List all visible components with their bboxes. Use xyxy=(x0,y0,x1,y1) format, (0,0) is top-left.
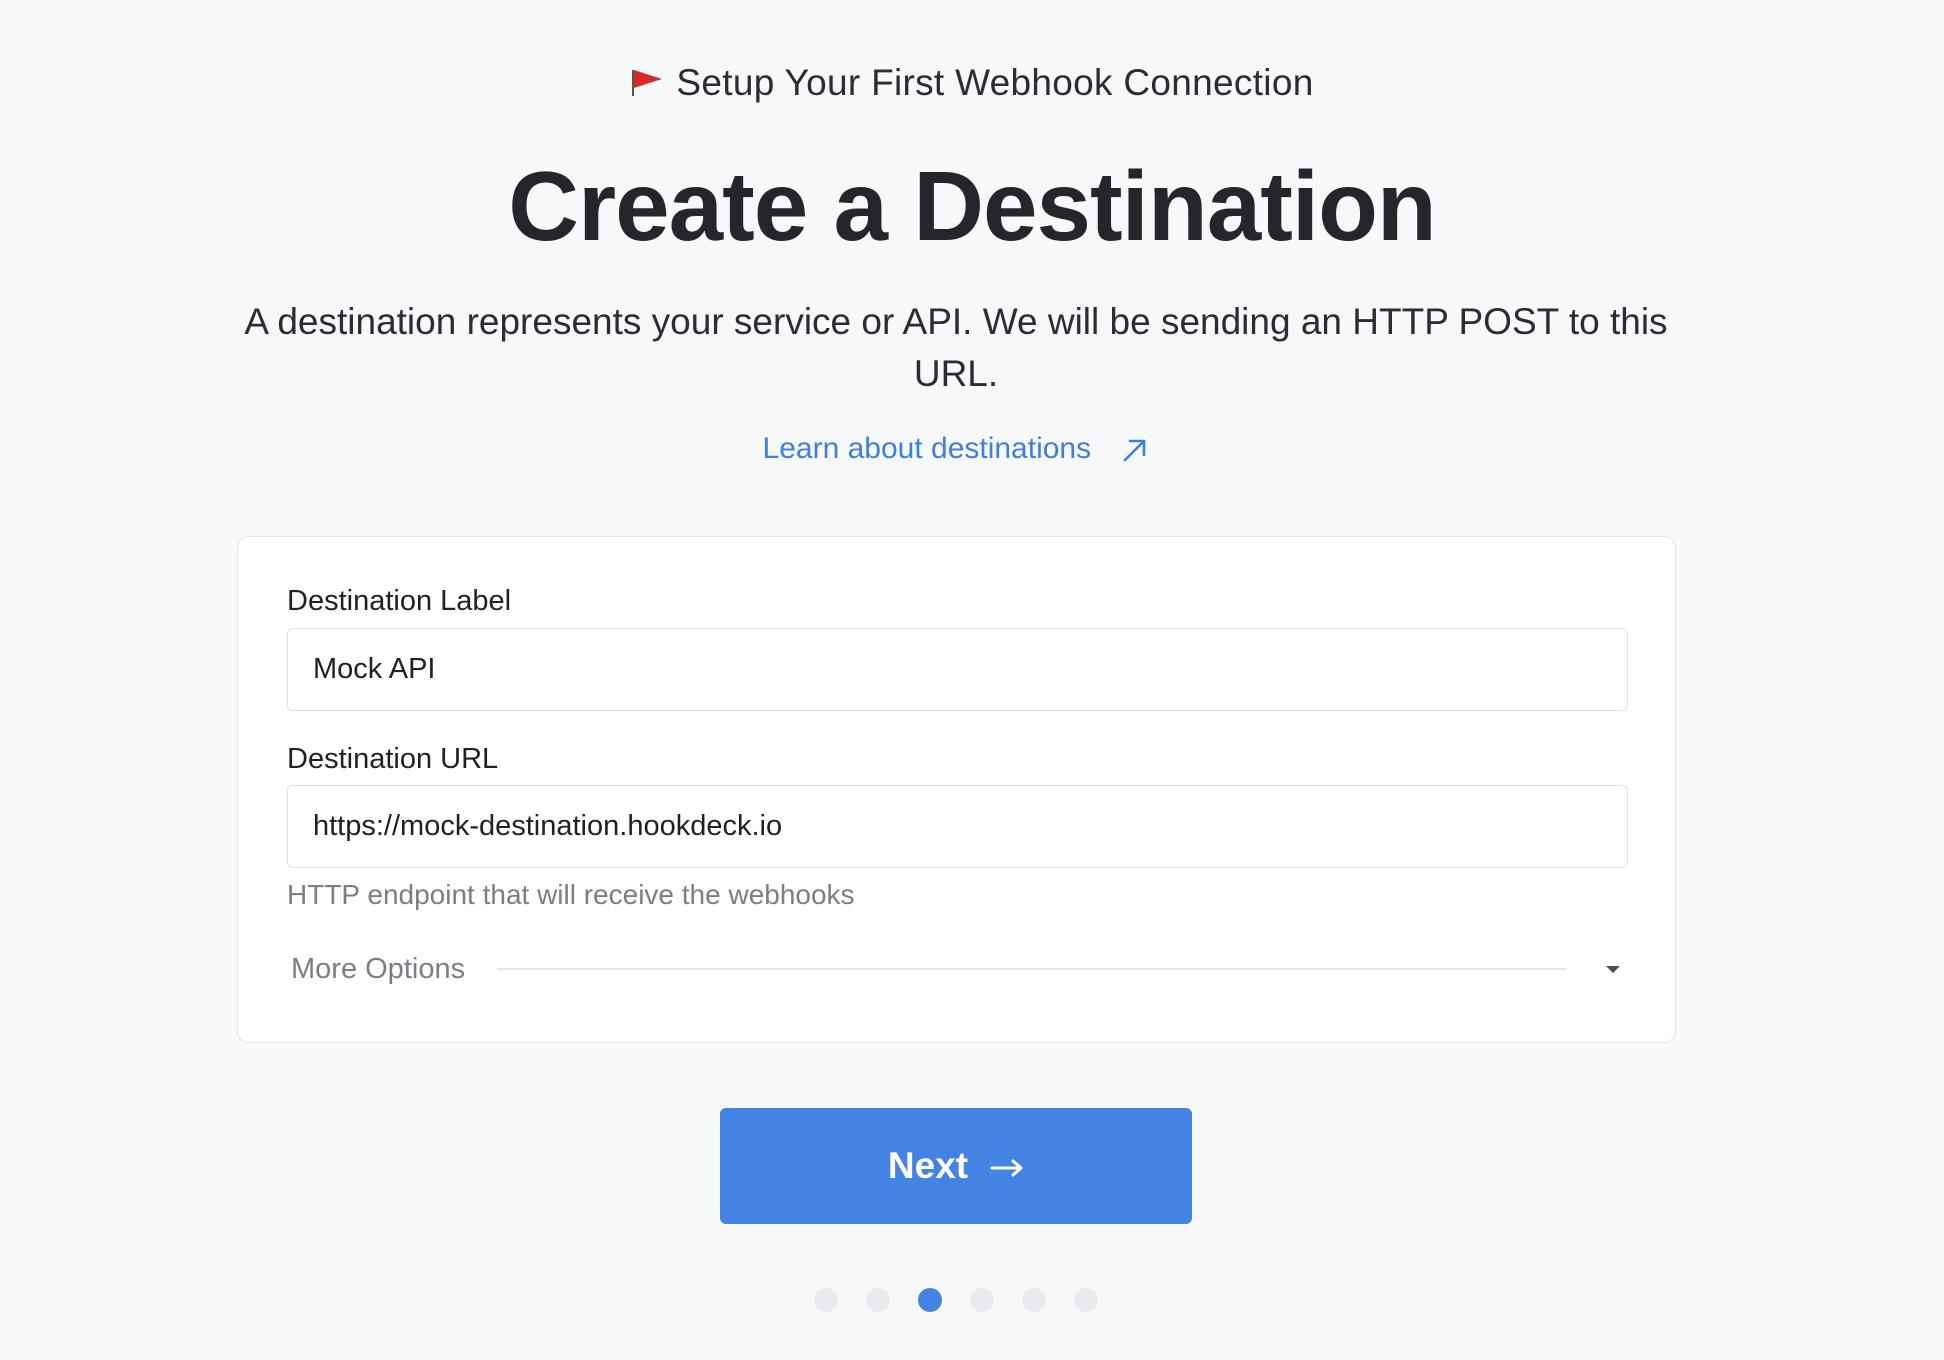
step-dot-5[interactable] xyxy=(1022,1288,1046,1312)
flag-icon xyxy=(630,64,664,106)
step-indicator xyxy=(814,1288,1098,1312)
more-options-toggle[interactable]: More Options xyxy=(291,949,1632,989)
page-description: A destination represents your service or… xyxy=(244,301,1668,394)
destination-url-helper: HTTP endpoint that will receive the webh… xyxy=(287,879,855,910)
eyebrow-text: Setup Your First Webhook Connection xyxy=(676,62,1314,103)
setup-eyebrow: Setup Your First Webhook Connection xyxy=(0,62,1944,106)
destination-form-card: Destination Label Destination URL HTTP e… xyxy=(237,536,1676,1043)
destination-label-input[interactable] xyxy=(287,628,1628,711)
more-options-divider xyxy=(497,968,1566,970)
arrow-right-icon xyxy=(990,1145,1024,1187)
caret-down-icon xyxy=(1606,965,1620,973)
step-dot-4[interactable] xyxy=(970,1288,994,1312)
step-dot-1[interactable] xyxy=(814,1288,838,1312)
learn-link-label: Learn about destinations xyxy=(762,432,1092,465)
more-options-label: More Options xyxy=(291,952,466,985)
destination-label-label: Destination Label xyxy=(287,585,512,617)
destination-url-input[interactable] xyxy=(287,785,1628,868)
step-dot-3[interactable] xyxy=(918,1288,942,1312)
step-dot-6[interactable] xyxy=(1074,1288,1098,1312)
destination-url-label: Destination URL xyxy=(287,743,499,775)
learn-about-destinations-link[interactable]: Learn about destinations xyxy=(0,432,1912,472)
next-button-label: Next xyxy=(887,1145,969,1186)
arrow-up-right-icon xyxy=(1121,436,1149,472)
next-button[interactable]: Next xyxy=(720,1108,1192,1224)
step-dot-2[interactable] xyxy=(866,1288,890,1312)
page-title: Create a Destination xyxy=(508,151,1437,261)
onboarding-page: Setup Your First Webhook Connection Crea… xyxy=(0,0,1944,1360)
